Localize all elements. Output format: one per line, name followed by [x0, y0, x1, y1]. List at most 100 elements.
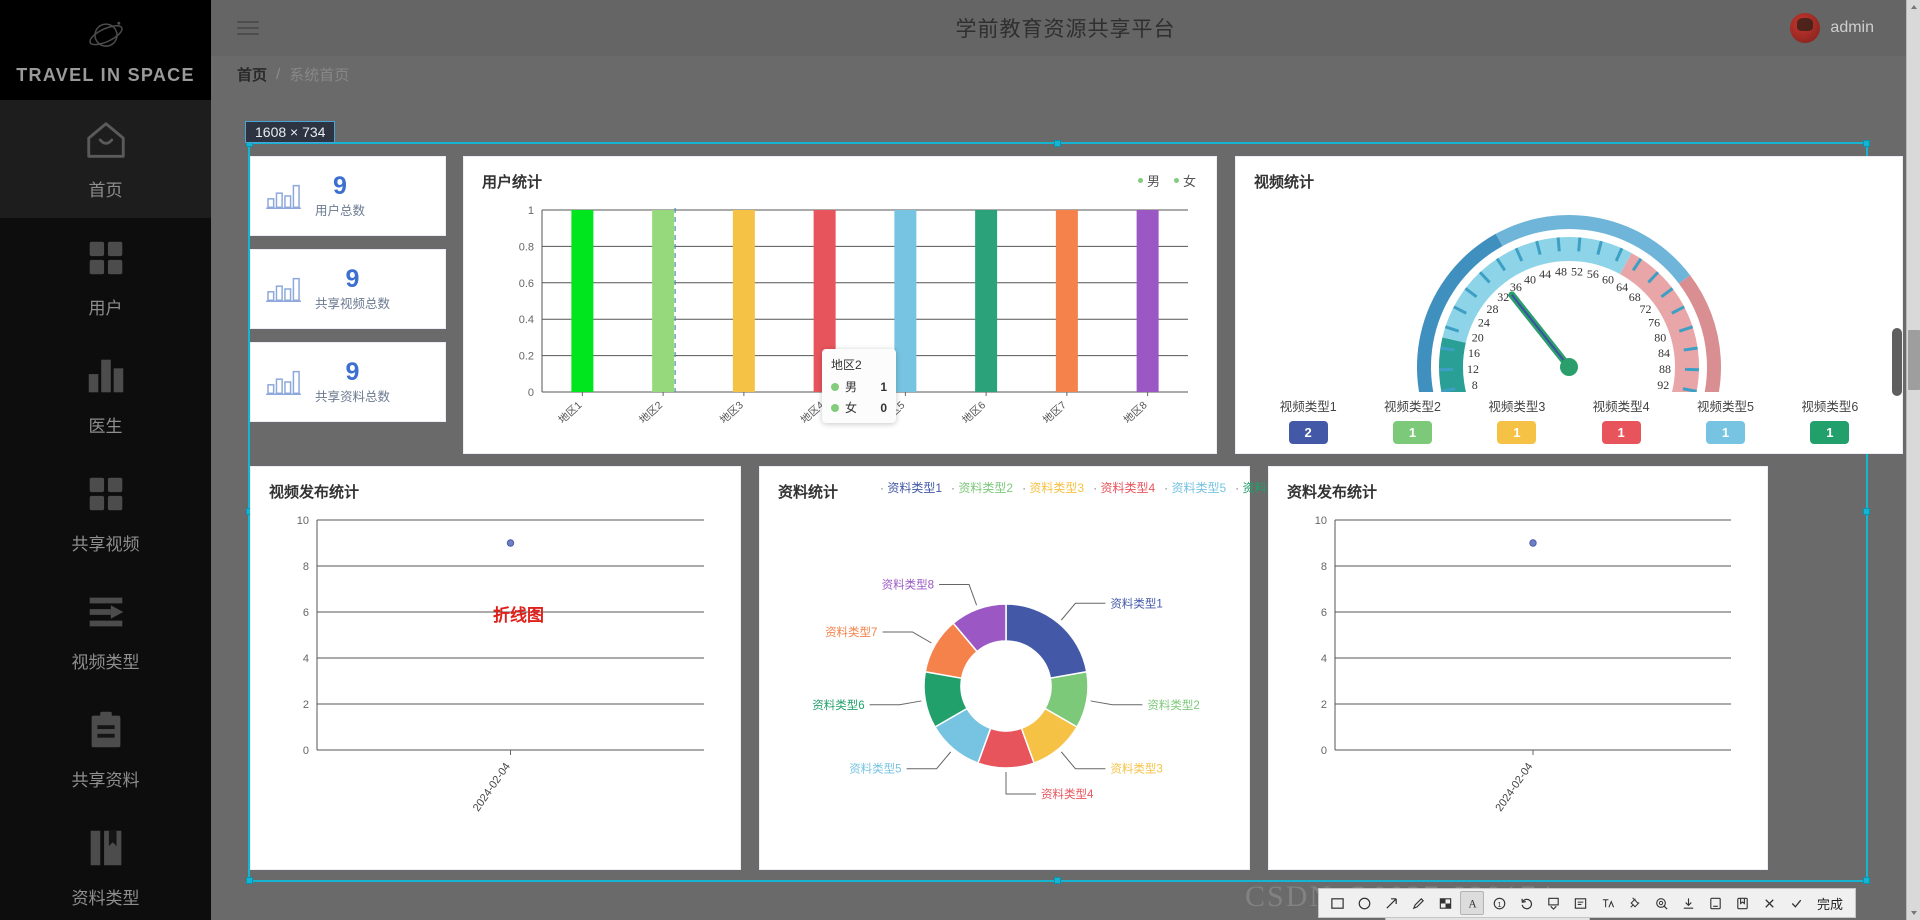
dashboard-row-top: 9 用户总数 9 共享视频总数 9 共享资料总数 用户统计 男 女 0 0.2 …	[250, 156, 1903, 456]
pie-legend-item[interactable]: 资料类型5	[1164, 481, 1226, 495]
done-button[interactable]: 完成	[1811, 894, 1849, 913]
video-type-item[interactable]: 视频类型4 1	[1569, 396, 1673, 444]
video-type-item[interactable]: 视频类型2 1	[1360, 396, 1464, 444]
serial-number-icon[interactable]: 1	[1487, 891, 1511, 915]
video-type-item[interactable]: 视频类型5 1	[1673, 396, 1777, 444]
svg-text:资料类型2: 资料类型2	[1147, 698, 1199, 712]
scrollbar-thumb[interactable]	[1908, 330, 1920, 390]
sidebar-item-video-type[interactable]: 视频类型	[0, 572, 211, 690]
material-publish-line-chart[interactable]: 0 2 4 6 8 10 2024-02-04	[1287, 502, 1751, 852]
scroll-down-arrow-icon[interactable]	[1907, 906, 1920, 920]
tooltip-series-value: 0	[880, 400, 887, 415]
svg-text:60: 60	[1602, 272, 1614, 286]
video-type-count-badge: 1	[1497, 421, 1537, 444]
ellipse-icon[interactable]	[1352, 891, 1376, 915]
sidebar-item-label: 医生	[88, 417, 123, 436]
sidebar: TRAVEL IN SPACE 首页 用户 医生 共享视频 视频类型 共享资料 …	[0, 0, 211, 920]
svg-text:32: 32	[1497, 290, 1509, 304]
svg-text:地区1: 地区1	[556, 398, 585, 426]
arrow-icon[interactable]	[1379, 891, 1403, 915]
svg-text:6: 6	[303, 607, 309, 619]
stat-card-list: 9 用户总数 9 共享视频总数 9 共享资料总数	[250, 156, 446, 435]
pie-legend-item[interactable]: 资料类型4	[1093, 481, 1155, 495]
video-type-count-badge: 2	[1288, 421, 1328, 444]
video-publish-line-chart[interactable]: 0 2 4 6 8 10 2024-02-04 折线图	[269, 502, 724, 852]
breadcrumb: 首页 / 系统首页	[237, 60, 349, 88]
breadcrumb-home[interactable]: 首页	[237, 64, 267, 85]
sidebar-item-label: 用户	[88, 299, 123, 318]
svg-text:2: 2	[1321, 699, 1327, 711]
svg-text:1: 1	[528, 205, 534, 217]
svg-text:2024-02-04: 2024-02-04	[1493, 761, 1535, 814]
legend-item-female[interactable]: 女	[1173, 171, 1196, 190]
sidebar-item-label: 视频类型	[71, 653, 140, 672]
legend-label: 男	[1146, 174, 1160, 189]
svg-text:12: 12	[1467, 362, 1479, 376]
close-icon[interactable]	[1757, 891, 1781, 915]
pin-icon[interactable]	[1622, 891, 1646, 915]
grid-icon	[89, 477, 122, 511]
svg-text:84: 84	[1658, 346, 1670, 360]
sidebar-item-label: 首页	[88, 181, 123, 200]
copy-icon[interactable]	[1703, 891, 1727, 915]
bar-chart-icon	[88, 359, 123, 393]
stat-card-total-users[interactable]: 9 用户总数	[250, 156, 446, 236]
sidebar-item-label: 共享视频	[71, 535, 140, 554]
video-type-item[interactable]: 视频类型6 1	[1778, 396, 1882, 444]
svg-text:48: 48	[1555, 264, 1567, 278]
stat-value: 9	[333, 172, 347, 201]
page-scrollbar[interactable]	[1892, 60, 1902, 880]
svg-text:资料类型8: 资料类型8	[882, 578, 934, 592]
undo-icon[interactable]	[1514, 891, 1538, 915]
pie-legend-item[interactable]: 资料类型3	[1022, 481, 1084, 495]
scroll-capture-icon[interactable]	[1541, 891, 1565, 915]
user-menu[interactable]: admin	[1790, 0, 1874, 56]
svg-text:地区2: 地区2	[636, 398, 665, 426]
scroll-up-arrow-icon[interactable]	[1907, 0, 1920, 14]
video-type-item[interactable]: 视频类型3 1	[1465, 396, 1569, 444]
sidebar-brand[interactable]: TRAVEL IN SPACE	[0, 0, 211, 100]
pie-legend-item[interactable]: 资料类型2	[951, 481, 1013, 495]
mosaic-icon[interactable]	[1433, 891, 1457, 915]
browser-scrollbar[interactable]	[1906, 0, 1920, 920]
material-statistics-pie-chart[interactable]: 资料类型1 资料类型2 资料类型3 资料类型4 资料类型5 资料类型6 资料类型7 资料类型8	[778, 526, 1233, 856]
text-icon[interactable]: A	[1460, 891, 1484, 915]
svg-text:92: 92	[1657, 378, 1669, 392]
sidebar-item-doctor[interactable]: 医生	[0, 336, 211, 454]
sidebar-item-users[interactable]: 用户	[0, 218, 211, 336]
legend-dot-icon	[1137, 178, 1143, 183]
check-icon[interactable]	[1784, 891, 1808, 915]
pie-legend-item[interactable]: 资料类型1	[880, 481, 942, 495]
stat-label: 共享资料总数	[315, 389, 391, 404]
sidebar-item-material-type[interactable]: 资料类型	[0, 808, 211, 920]
page-scrollbar-thumb[interactable]	[1892, 328, 1902, 396]
legend-item-male[interactable]: 男	[1137, 171, 1160, 190]
ocr-icon[interactable]	[1568, 891, 1592, 915]
top-bar: 学前教育资源共享平台 admin	[211, 0, 1920, 56]
planet-icon	[88, 21, 123, 47]
bar-chart-legend: 男 女	[1137, 171, 1196, 190]
sidebar-item-shared-video[interactable]: 共享视频	[0, 454, 211, 572]
sidebar-item-home[interactable]: 首页	[0, 100, 211, 218]
sidebar-item-shared-material[interactable]: 共享资料	[0, 690, 211, 808]
brand-text: TRAVEL IN SPACE	[16, 64, 195, 85]
pen-icon[interactable]	[1406, 891, 1430, 915]
video-statistics-gauge-chart[interactable]: 0481216202428323640444852566064687276808…	[1254, 192, 1884, 392]
tooltip-dot-icon	[831, 382, 839, 391]
breadcrumb-separator: /	[276, 65, 281, 83]
download-icon[interactable]	[1676, 891, 1700, 915]
user-statistics-card: 用户统计 男 女 00.20.40.60.81地区1地区2地区3地区4地区5地区…	[463, 156, 1217, 454]
video-type-label: 视频类型6	[1801, 400, 1859, 414]
tooltip-series-name: 女	[845, 401, 858, 415]
stat-card-total-shared-materials[interactable]: 9 共享资料总数	[250, 342, 446, 422]
svg-text:地区8: 地区8	[1121, 398, 1150, 426]
search-image-icon[interactable]	[1649, 891, 1673, 915]
save-icon[interactable]	[1730, 891, 1754, 915]
video-type-item[interactable]: 视频类型1 2	[1256, 396, 1360, 444]
rectangle-icon[interactable]	[1325, 891, 1349, 915]
tooltip-title: 地区2	[831, 358, 862, 372]
translate-icon[interactable]	[1595, 891, 1619, 915]
svg-text:2: 2	[303, 699, 309, 711]
stat-card-total-shared-videos[interactable]: 9 共享视频总数	[250, 249, 446, 329]
svg-text:76: 76	[1648, 316, 1660, 330]
